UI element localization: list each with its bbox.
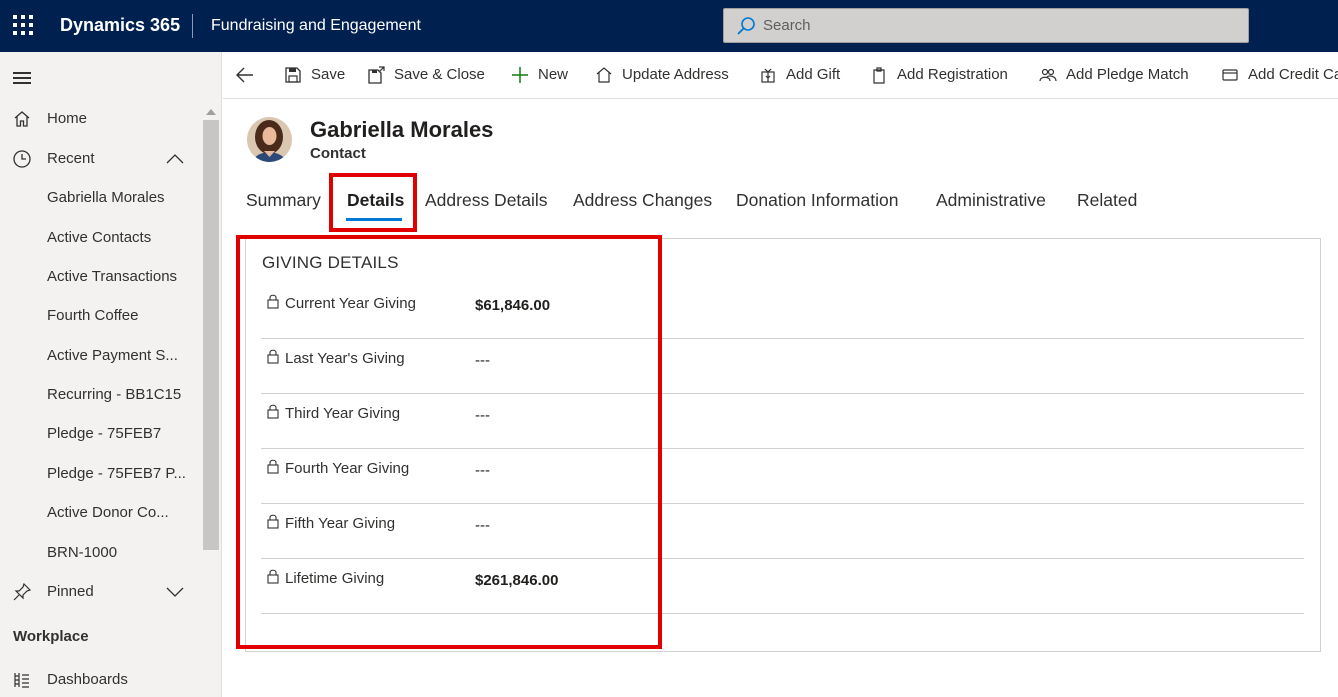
tab-donation-information[interactable]: Donation Information [736,190,898,222]
save-icon [285,67,301,83]
lock-icon [267,349,279,364]
field-label: Last Year's Giving [285,350,405,367]
home-icon [596,67,612,83]
home-icon [14,111,30,127]
lock-icon [267,294,279,309]
app-name[interactable]: Dynamics 365 [60,15,180,36]
field-value: --- [475,517,490,534]
app-launcher-icon[interactable] [13,15,35,37]
section-title: GIVING DETAILS [262,253,399,272]
lock-icon [267,569,279,584]
recent-item[interactable]: BRN-1000 [0,535,200,571]
credit-card-icon [1222,69,1238,81]
avatar[interactable] [247,117,292,162]
tab-address-changes[interactable]: Address Changes [573,190,712,222]
nav-group-workplace: Workplace [13,628,89,645]
lock-icon [267,514,279,529]
field-lifetime-giving[interactable]: Lifetime Giving $261,846.00 [261,559,1304,614]
plus-icon [512,67,528,83]
search-placeholder: Search [763,17,811,34]
left-nav-scrollbar[interactable] [202,52,220,697]
field-label: Fifth Year Giving [285,515,396,532]
recent-item[interactable]: Gabriella Morales [0,180,200,216]
recent-item[interactable]: Active Transactions [0,259,200,295]
record-name: Gabriella Morales [310,117,494,142]
field-label: Current Year Giving [285,295,416,312]
field-third-year-giving[interactable]: Third Year Giving --- [261,394,1304,449]
nav-item-pinned[interactable]: Pinned [0,574,200,610]
hamburger-menu-icon[interactable] [13,72,31,84]
search-input[interactable]: Search [723,8,1249,43]
dashboard-icon [14,673,29,688]
field-value: --- [475,462,490,479]
recent-item[interactable]: Active Payment S... [0,338,200,374]
nav-label-recent: Recent [47,150,95,167]
command-bar: Save Save & Close New Update Address Add… [223,52,1338,99]
tab-address-details[interactable]: Address Details [425,190,548,222]
field-value: $261,846.00 [475,572,559,589]
people-icon [1039,68,1057,82]
recent-item[interactable]: Pledge - 75FEB7 P... [0,456,200,492]
tab-summary[interactable]: Summary [246,190,321,222]
recent-item[interactable]: Fourth Coffee [0,298,200,334]
field-value: --- [475,352,490,369]
field-label: Lifetime Giving [285,570,385,587]
field-value: $61,846.00 [475,297,551,314]
back-arrow-icon[interactable] [235,66,255,84]
nav-item-home[interactable]: Home [0,101,200,137]
search-icon [737,17,755,35]
field-current-year-giving[interactable]: Current Year Giving $61,846.00 [261,284,1304,339]
top-bar: Dynamics 365 Fundraising and Engagement … [0,0,1338,52]
field-fourth-year-giving[interactable]: Fourth Year Giving --- [261,449,1304,504]
left-navigation: Home Recent Gabriella Morales Active Con… [0,52,222,697]
nav-label-home: Home [47,110,88,127]
save-close-icon [368,66,385,84]
field-last-years-giving[interactable]: Last Year's Giving --- [261,339,1304,394]
pin-icon [13,582,32,601]
app-area-name[interactable]: Fundraising and Engagement [211,17,421,35]
chevron-up-icon[interactable] [166,151,184,167]
nav-item-dashboards[interactable]: Dashboards [0,662,200,697]
clipboard-icon [873,67,885,84]
scroll-thumb[interactable] [203,120,219,550]
nav-label-pinned: Pinned [47,583,94,600]
top-divider [192,14,193,38]
active-tab-indicator [346,218,402,221]
chevron-down-icon[interactable] [166,584,184,600]
gift-icon [761,68,775,83]
tab-administrative[interactable]: Administrative [936,190,1046,222]
recent-item[interactable]: Active Donor Co... [0,495,200,531]
recent-item[interactable]: Active Contacts [0,220,200,256]
scroll-up-arrow-icon[interactable] [206,108,216,116]
clock-icon [13,150,31,168]
recent-item[interactable]: Recurring - BB1C15 [0,377,200,413]
contact-photo [247,117,292,162]
nav-label-dashboards: Dashboards [47,671,128,688]
field-value: --- [475,407,490,424]
nav-item-recent[interactable]: Recent [0,141,200,177]
field-fifth-year-giving[interactable]: Fifth Year Giving --- [261,504,1304,559]
lock-icon [267,404,279,419]
record-type: Contact [310,145,366,162]
field-label: Third Year Giving [285,405,401,422]
field-label: Fourth Year Giving [285,460,410,477]
lock-icon [267,459,279,474]
recent-item[interactable]: Pledge - 75FEB7 [0,416,200,452]
tab-related[interactable]: Related [1077,190,1137,222]
